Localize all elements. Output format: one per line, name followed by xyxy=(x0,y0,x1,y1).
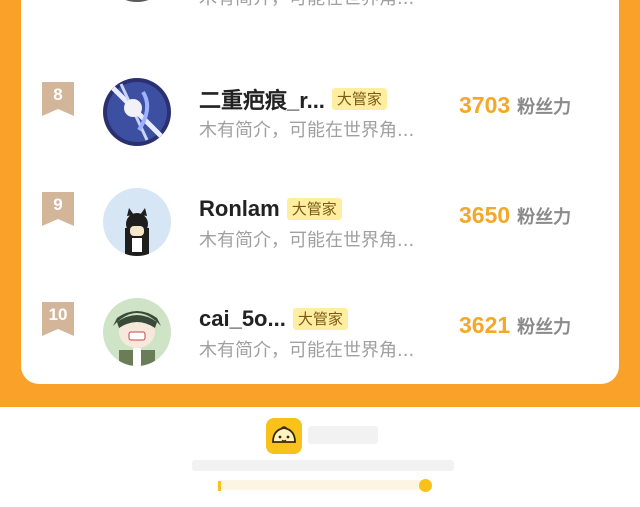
username[interactable]: cai_5o... xyxy=(199,306,286,332)
leaderboard-card: 木有简介，可能在世界角... 8 二重疤痕_r... 大管家 木有简介，可能在世… xyxy=(21,0,619,384)
fans-label: 粉丝力 xyxy=(517,317,572,338)
rank-number: 10 xyxy=(48,305,68,324)
footer-line-dot xyxy=(419,479,432,492)
rank-badge: 8 xyxy=(42,82,74,116)
rank-badge: 9 xyxy=(42,192,74,226)
fans-stat: 3650 粉丝力 xyxy=(459,202,571,229)
fans-count: 3621 xyxy=(459,312,511,338)
user-name-line: 二重疤痕_r... 大管家 xyxy=(199,84,387,114)
avatar[interactable] xyxy=(103,298,171,366)
fans-count: 3703 xyxy=(459,92,511,118)
fans-label: 粉丝力 xyxy=(517,207,572,228)
user-bio: 木有简介，可能在世界角... xyxy=(199,230,415,251)
footer-progress-line xyxy=(217,480,431,490)
footer-line-start xyxy=(218,481,221,491)
list-item[interactable]: 10 cai_5o... 大管家 木有简介，可能在世界角... 3621 粉丝力 xyxy=(21,296,619,406)
fans-label: 粉丝力 xyxy=(517,97,572,118)
user-bio: 木有简介，可能在世界角... xyxy=(199,0,414,10)
list-item[interactable]: 8 二重疤痕_r... 大管家 木有简介，可能在世界角... 3703 粉丝力 xyxy=(21,76,619,186)
role-badge: 大管家 xyxy=(292,308,348,330)
fans-count: 3650 xyxy=(459,202,511,228)
user-bio: 木有简介，可能在世界角... xyxy=(199,120,415,141)
footer-brand-text xyxy=(308,426,378,444)
footer-caption xyxy=(192,460,454,471)
steamed-bun-mascot-icon xyxy=(266,418,302,454)
list-item[interactable]: 9 Ronlam 大管家 木有简介，可能在世界角... 3650 粉丝力 xyxy=(21,186,619,296)
role-badge: 大管家 xyxy=(331,88,387,110)
avatar[interactable] xyxy=(103,78,171,146)
fans-stat: 3621 粉丝力 xyxy=(459,312,571,339)
user-name-line: cai_5o... 大管家 xyxy=(199,304,348,334)
rank-number: 8 xyxy=(53,85,63,104)
role-badge: 大管家 xyxy=(286,198,342,220)
username[interactable]: Ronlam xyxy=(199,196,280,222)
user-name-line: Ronlam 大管家 xyxy=(199,194,342,224)
avatar[interactable] xyxy=(103,0,171,2)
username[interactable]: 二重疤痕_r... xyxy=(199,83,325,115)
fans-stat: 3703 粉丝力 xyxy=(459,92,571,119)
rank-number: 9 xyxy=(53,195,63,214)
avatar[interactable] xyxy=(103,188,171,256)
user-bio: 木有简介，可能在世界角... xyxy=(199,340,415,361)
rank-badge: 10 xyxy=(42,302,74,336)
